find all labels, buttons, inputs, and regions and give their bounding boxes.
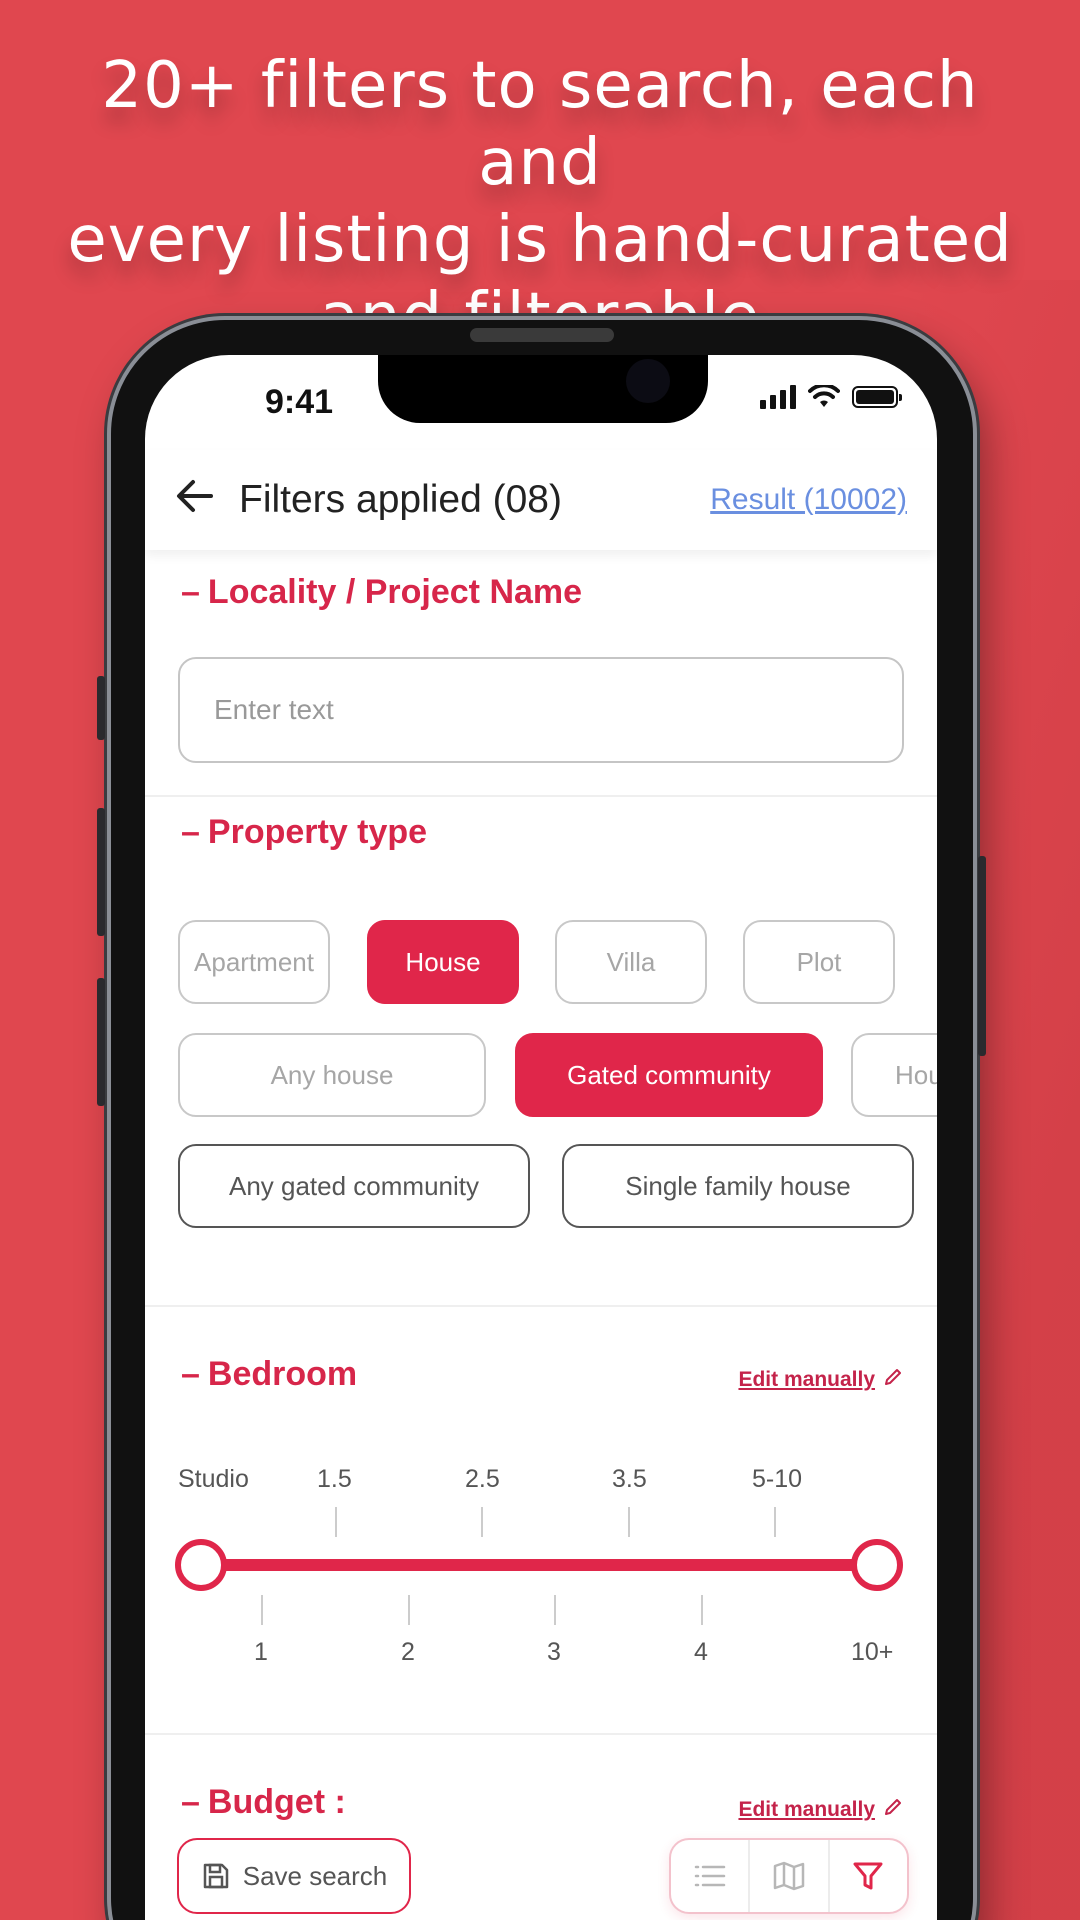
- bedroom-tick-2: 2: [401, 1638, 415, 1666]
- locality-section-header[interactable]: – Locality / Project Name: [181, 573, 582, 612]
- pencil-icon: [883, 1797, 903, 1823]
- bedroom-tick-3-5: 3.5: [612, 1465, 647, 1493]
- tick-mark: [481, 1507, 483, 1537]
- chip-plot[interactable]: Plot: [743, 920, 895, 1004]
- view-toggle-group: [669, 1838, 909, 1914]
- tick-mark: [701, 1595, 703, 1625]
- app-screen: 9:41 Filters applied (08) Result (10002)…: [145, 355, 937, 1920]
- headline-line-1: 20+ filters to search, each and: [101, 49, 979, 200]
- app-bar: Filters applied (08) Result (10002): [145, 450, 937, 550]
- chip-any-house[interactable]: Any house: [178, 1033, 486, 1117]
- chip-house-partial[interactable]: Hou: [851, 1033, 937, 1117]
- collapse-icon: –: [181, 1783, 200, 1821]
- status-time: 9:41: [265, 383, 334, 421]
- phone-speaker: [470, 328, 614, 342]
- locality-search-input[interactable]: Enter text: [178, 657, 904, 763]
- section-divider: [145, 1305, 937, 1307]
- signal-icon: [760, 385, 796, 409]
- edit-manually-label: Edit manually: [738, 1798, 875, 1821]
- wifi-icon: [808, 385, 840, 407]
- headline-line-2: every listing is hand-curated: [67, 203, 1013, 277]
- property-type-section-header[interactable]: – Property type: [181, 813, 427, 852]
- phone-volume-up: [97, 808, 105, 936]
- bedroom-edit-manually-link[interactable]: Edit manually: [738, 1367, 903, 1393]
- chip-any-gated-community[interactable]: Any gated community: [178, 1144, 530, 1228]
- bedroom-range-max-thumb[interactable]: [851, 1539, 903, 1591]
- chip-house[interactable]: House: [367, 920, 519, 1004]
- battery-icon: [852, 386, 902, 408]
- section-divider: [145, 795, 937, 797]
- collapse-icon: –: [181, 813, 200, 851]
- pencil-icon: [883, 1367, 903, 1393]
- page-title: Filters applied (08): [239, 478, 562, 521]
- tick-mark: [261, 1595, 263, 1625]
- collapse-icon: –: [181, 1355, 200, 1393]
- map-icon: [773, 1861, 805, 1891]
- save-search-button[interactable]: Save search: [177, 1838, 411, 1914]
- promo-headline: 20+ filters to search, each and every li…: [40, 48, 1040, 356]
- back-arrow-icon[interactable]: [175, 478, 215, 522]
- list-icon: [694, 1865, 725, 1887]
- chip-gated-community[interactable]: Gated community: [515, 1033, 823, 1117]
- tick-mark: [628, 1507, 630, 1537]
- phone-notch: [378, 355, 708, 423]
- bedroom-tick-1: 1: [254, 1638, 268, 1666]
- phone-silent-switch: [97, 676, 105, 740]
- bedroom-tick-10-plus: 10+: [851, 1638, 894, 1666]
- bedroom-tick-3: 3: [547, 1638, 561, 1666]
- bedroom-tick-1-5: 1.5: [317, 1465, 352, 1493]
- chip-villa[interactable]: Villa: [555, 920, 707, 1004]
- chip-single-family-house[interactable]: Single family house: [562, 1144, 914, 1228]
- list-view-button[interactable]: [671, 1840, 748, 1912]
- bedroom-tick-studio: Studio: [178, 1465, 249, 1493]
- bedroom-title: Bedroom: [207, 1355, 358, 1393]
- budget-section-header[interactable]: – Budget :: [181, 1783, 346, 1822]
- locality-title: Locality / Project Name: [207, 573, 583, 611]
- tick-mark: [774, 1507, 776, 1537]
- phone-volume-down: [97, 978, 105, 1106]
- collapse-icon: –: [181, 573, 200, 611]
- filter-icon: [853, 1862, 883, 1890]
- bedroom-range-min-thumb[interactable]: [175, 1539, 227, 1591]
- bedroom-tick-4: 4: [694, 1638, 708, 1666]
- budget-title: Budget :: [207, 1783, 346, 1821]
- bottom-action-bar: Save search: [145, 1835, 937, 1920]
- status-icons: [760, 385, 902, 409]
- tick-mark: [408, 1595, 410, 1625]
- bedroom-section-header[interactable]: – Bedroom: [181, 1355, 357, 1394]
- budget-edit-manually-link[interactable]: Edit manually: [738, 1797, 903, 1823]
- property-type-title: Property type: [207, 813, 428, 851]
- section-divider: [145, 1733, 937, 1735]
- tick-mark: [554, 1595, 556, 1625]
- bedroom-range-track[interactable]: [195, 1559, 875, 1571]
- camera-icon: [626, 359, 670, 403]
- edit-manually-label: Edit manually: [738, 1368, 875, 1391]
- bedroom-tick-5-10: 5-10: [752, 1465, 803, 1493]
- result-link[interactable]: Result (10002): [710, 483, 907, 517]
- chip-apartment[interactable]: Apartment: [178, 920, 330, 1004]
- save-icon: [203, 1863, 228, 1889]
- bedroom-tick-2-5: 2.5: [465, 1465, 500, 1493]
- phone-power-button: [978, 856, 986, 1056]
- tick-mark: [335, 1507, 337, 1537]
- filter-view-button[interactable]: [827, 1840, 907, 1912]
- map-view-button[interactable]: [748, 1840, 827, 1912]
- save-search-label: Save search: [242, 1860, 388, 1891]
